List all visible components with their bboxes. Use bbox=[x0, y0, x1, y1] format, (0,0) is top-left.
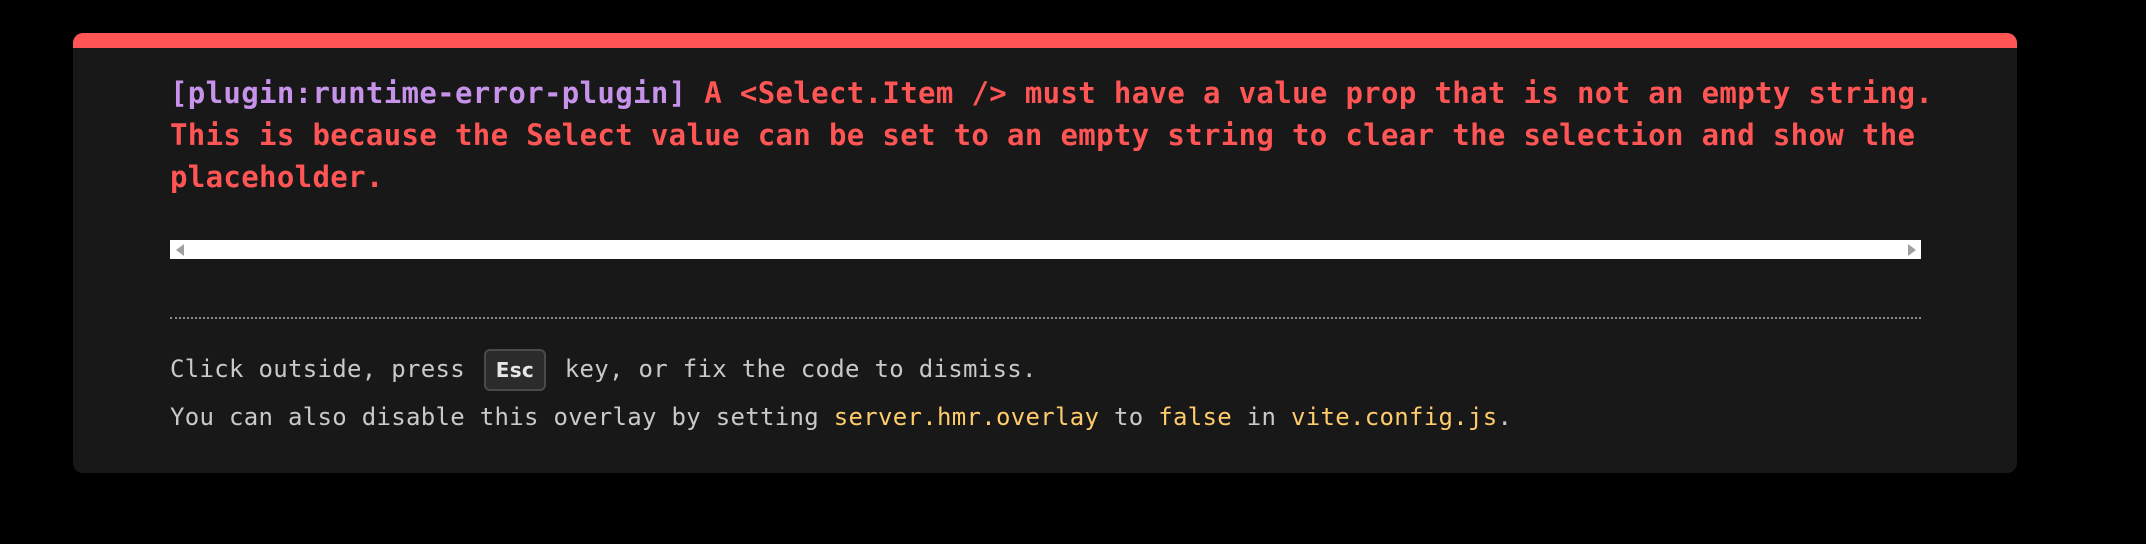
scroll-left-arrow-icon[interactable] bbox=[170, 240, 189, 259]
disable-overlay-tip: You can also disable this overlay by set… bbox=[170, 399, 1940, 435]
disable-tip-part4: . bbox=[1497, 403, 1513, 431]
error-message: [plugin:runtime-error-plugin] A <Select.… bbox=[170, 72, 1940, 198]
scroll-right-arrow-icon[interactable] bbox=[1902, 240, 1921, 259]
config-option-code: server.hmr.overlay bbox=[833, 403, 1100, 431]
dismiss-tip-prefix: Click outside, press bbox=[170, 355, 480, 383]
plugin-name: [plugin:runtime-error-plugin] bbox=[170, 76, 687, 110]
disable-tip-part2: to bbox=[1099, 403, 1159, 431]
false-value-code: false bbox=[1158, 403, 1232, 431]
dismiss-tip: Click outside, press Esc key, or fix the… bbox=[170, 349, 1940, 391]
dotted-divider bbox=[170, 317, 1921, 319]
disable-tip-part1: You can also disable this overlay by set… bbox=[170, 403, 834, 431]
disable-tip-part3: in bbox=[1231, 403, 1291, 431]
horizontal-scrollbar[interactable] bbox=[170, 240, 1921, 259]
esc-key: Esc bbox=[483, 349, 547, 391]
error-overlay-window: [plugin:runtime-error-plugin] A <Select.… bbox=[73, 33, 2017, 473]
dismiss-tip-suffix: key, or fix the code to dismiss. bbox=[550, 355, 1037, 383]
config-file-code: vite.config.js bbox=[1290, 403, 1498, 431]
